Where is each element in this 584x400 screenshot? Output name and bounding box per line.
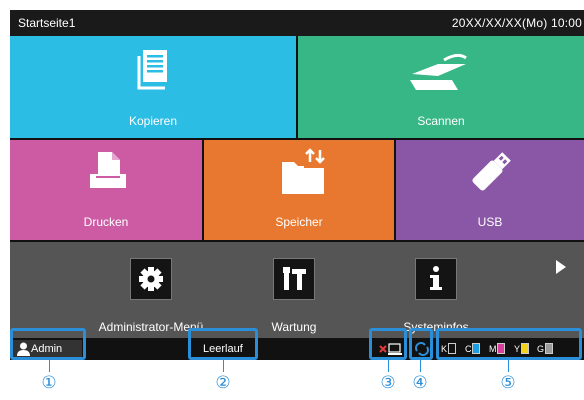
usb-stick-icon [472, 152, 511, 191]
copy-label: Kopieren [128, 114, 178, 128]
callout-1: ① [41, 373, 57, 393]
leader-line-4 [420, 360, 421, 372]
scan-label: Scannen [417, 114, 465, 128]
usb-label: USB [477, 215, 503, 229]
usb-tile[interactable]: USB [396, 140, 584, 240]
printer-icon [90, 152, 126, 188]
print-tile[interactable]: Drucken [10, 140, 202, 240]
screen-title: Startseite1 [18, 16, 76, 30]
system-info-button[interactable] [415, 258, 457, 300]
callout-5: ⑤ [500, 373, 516, 393]
tools-panel: Administrator-Menü Wartung Systeminfos [10, 242, 584, 338]
chevron-right-icon[interactable] [556, 260, 566, 274]
info-icon [430, 266, 442, 290]
leader-line-5 [508, 360, 509, 372]
date-time: 20XX/XX/XX(Mo) 10:00 [451, 16, 582, 30]
leader-line-2 [223, 360, 224, 372]
scan-tile[interactable]: Scannen [298, 36, 584, 138]
highlight-refresh [409, 328, 433, 360]
title-bar: Startseite1 20XX/XX/XX(Mo) 10:00 [10, 10, 584, 36]
maintenance-button[interactable] [273, 258, 315, 300]
tools-icon [283, 267, 306, 290]
storage-tile[interactable]: Speicher [204, 140, 394, 240]
callout-4: ④ [412, 373, 428, 393]
scanner-icon [410, 53, 467, 90]
storage-label: Speicher [275, 215, 323, 229]
highlight-inks [436, 328, 582, 360]
print-label: Drucken [83, 215, 129, 229]
leader-line-1 [49, 360, 50, 372]
highlight-state [188, 328, 258, 360]
copy-tile[interactable]: Kopieren [10, 36, 296, 138]
touch-panel-screen: Startseite1 20XX/XX/XX(Mo) 10:00 Kopiere… [10, 10, 584, 360]
admin-menu-button[interactable] [130, 258, 172, 300]
highlight-user [10, 328, 86, 360]
document-icon [137, 50, 167, 90]
leader-line-3 [388, 360, 389, 372]
folder-storage-icon [282, 148, 325, 194]
callout-2: ② [215, 373, 231, 393]
highlight-network [369, 328, 407, 360]
gear-icon [139, 267, 163, 291]
callout-3: ③ [380, 373, 396, 393]
